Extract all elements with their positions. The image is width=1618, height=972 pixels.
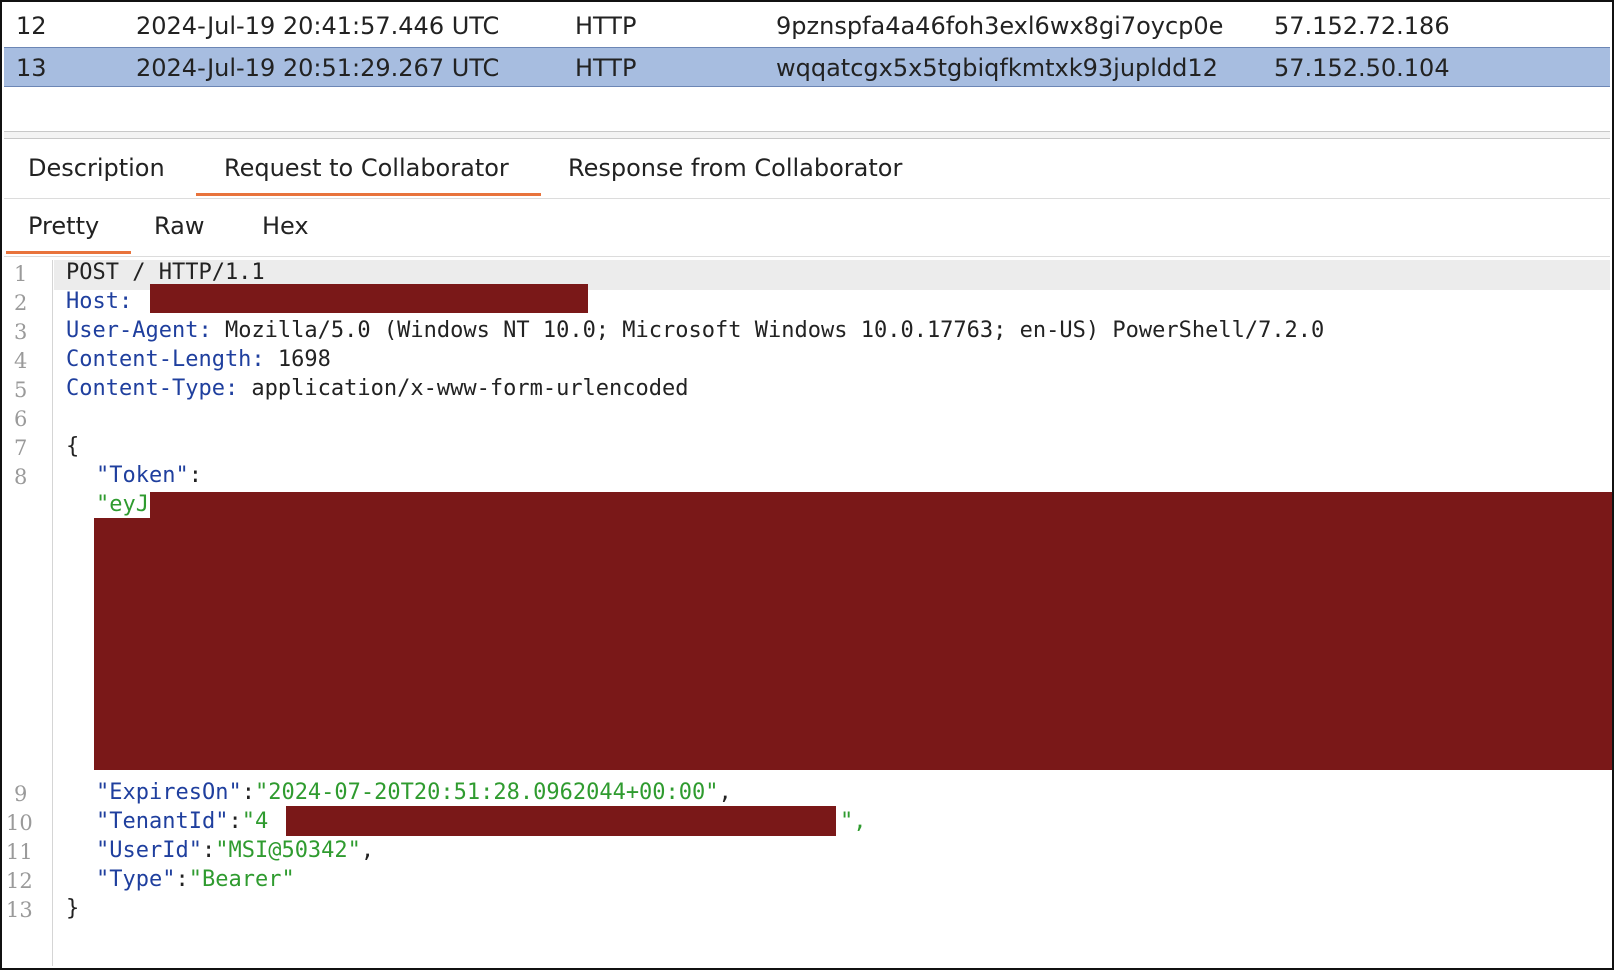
json-colon: : — [175, 867, 189, 892]
view-mode-tabs: Pretty Raw Hex — [4, 202, 1610, 257]
line-number: 13 — [6, 898, 33, 922]
interaction-type: HTTP — [575, 12, 637, 40]
json-token-key-line: "Token": — [96, 463, 202, 488]
json-colon: : — [241, 780, 255, 805]
line-number: 8 — [14, 465, 28, 489]
redacted-token-body — [94, 518, 1612, 770]
request-line: POST / HTTP/1.1 — [66, 260, 265, 285]
line-number: 9 — [14, 782, 28, 806]
collaborator-window: 12 2024-Jul-19 20:41:57.446 UTC HTTP 9pz… — [0, 0, 1614, 970]
json-key: "Type" — [96, 867, 176, 892]
header-content-type: Content-Type: application/x-www-form-url… — [66, 376, 689, 401]
json-tenant-line: "TenantId":"4 — [96, 809, 268, 834]
tab-pretty[interactable]: Pretty — [5, 212, 132, 254]
line-number-gutter: 1 2 3 4 5 6 7 8 9 10 11 12 13 — [4, 260, 53, 966]
line-number: 4 — [14, 349, 28, 373]
line-number: 5 — [14, 378, 28, 402]
line-number: 11 — [6, 840, 33, 864]
line-number: 3 — [14, 320, 28, 344]
header-value: 1698 — [264, 347, 331, 372]
header-name: User-Agent: — [66, 318, 212, 343]
json-key: "TenantId" — [96, 809, 229, 834]
interaction-number: 12 — [16, 12, 47, 40]
header-content-length: Content-Length: 1698 — [66, 347, 331, 372]
table-row-selected[interactable]: 13 2024-Jul-19 20:51:29.267 UTC HTTP wqq… — [4, 47, 1610, 87]
json-brace-close: } — [66, 896, 80, 921]
json-brace-open: { — [66, 434, 80, 459]
line-number: 6 — [14, 407, 28, 431]
tab-raw[interactable]: Raw — [154, 212, 204, 254]
table-row[interactable]: 12 2024-Jul-19 20:41:57.446 UTC HTTP 9pz… — [4, 6, 1610, 44]
tab-request-to-collaborator[interactable]: Request to Collaborator — [196, 154, 541, 196]
header-name: Content-Type: — [66, 376, 239, 401]
json-value-start: "4 — [241, 809, 269, 834]
json-key: "ExpiresOn" — [96, 780, 242, 805]
json-type-line: "Type":"Bearer" — [96, 867, 295, 892]
tab-response-from-collaborator[interactable]: Response from Collaborator — [568, 154, 902, 196]
line-number: 2 — [14, 291, 28, 315]
interaction-time: 2024-Jul-19 20:41:57.446 UTC — [136, 12, 500, 40]
header-name: Content-Length: — [66, 347, 265, 372]
tab-hex[interactable]: Hex — [262, 212, 309, 254]
json-token-value-start: "eyJ — [96, 492, 149, 517]
line-number: 12 — [6, 869, 33, 893]
json-colon: : — [228, 809, 242, 834]
json-comma: , — [360, 838, 375, 863]
redacted-host — [150, 284, 588, 313]
header-host: Host: — [66, 289, 132, 314]
interaction-payload: wqqatcgx5x5tgbiqfkmtxk93jupldd12 — [776, 54, 1218, 82]
redacted-tenant-id — [286, 806, 836, 836]
json-expires-line: "ExpiresOn":"2024-07-20T20:51:28.0962044… — [96, 780, 732, 805]
interaction-source-ip: 57.152.50.104 — [1274, 54, 1450, 82]
json-key: "UserId" — [96, 838, 202, 863]
interaction-payload: 9pznspfa4a46foh3exl6wx8gi7oycp0e — [776, 12, 1224, 40]
interaction-number: 13 — [16, 54, 47, 82]
interaction-type: HTTP — [575, 54, 637, 82]
json-value-end: ", — [840, 809, 867, 834]
header-value: application/x-www-form-urlencoded — [238, 376, 689, 401]
header-value: Mozilla/5.0 (Windows NT 10.0; Microsoft … — [211, 318, 1325, 343]
line-number: 7 — [14, 436, 28, 460]
pane-splitter[interactable] — [4, 131, 1610, 139]
json-tenant-end: ", — [840, 809, 867, 834]
line-number: 1 — [14, 262, 28, 286]
header-user-agent: User-Agent: Mozilla/5.0 (Windows NT 10.0… — [66, 318, 1324, 343]
detail-tabs: Description Request to Collaborator Resp… — [4, 144, 1610, 199]
interaction-time: 2024-Jul-19 20:51:29.267 UTC — [136, 54, 500, 82]
json-value: "MSI@50342" — [215, 838, 361, 863]
line-number: 10 — [6, 811, 33, 835]
json-userid-line: "UserId":"MSI@50342", — [96, 838, 374, 863]
json-colon: : — [201, 838, 216, 863]
json-comma: , — [718, 780, 732, 805]
json-key: "Token" — [96, 463, 189, 488]
header-name: Host: — [66, 289, 133, 314]
json-colon: : — [188, 463, 202, 488]
json-value: "Bearer" — [188, 867, 295, 892]
interaction-source-ip: 57.152.72.186 — [1274, 12, 1450, 40]
request-editor[interactable]: 1 2 3 4 5 6 7 8 9 10 11 12 13 POST / HTT… — [4, 260, 1612, 966]
tab-description[interactable]: Description — [28, 154, 165, 196]
json-value: "2024-07-20T20:51:28.0962044+00:00" — [254, 780, 719, 805]
